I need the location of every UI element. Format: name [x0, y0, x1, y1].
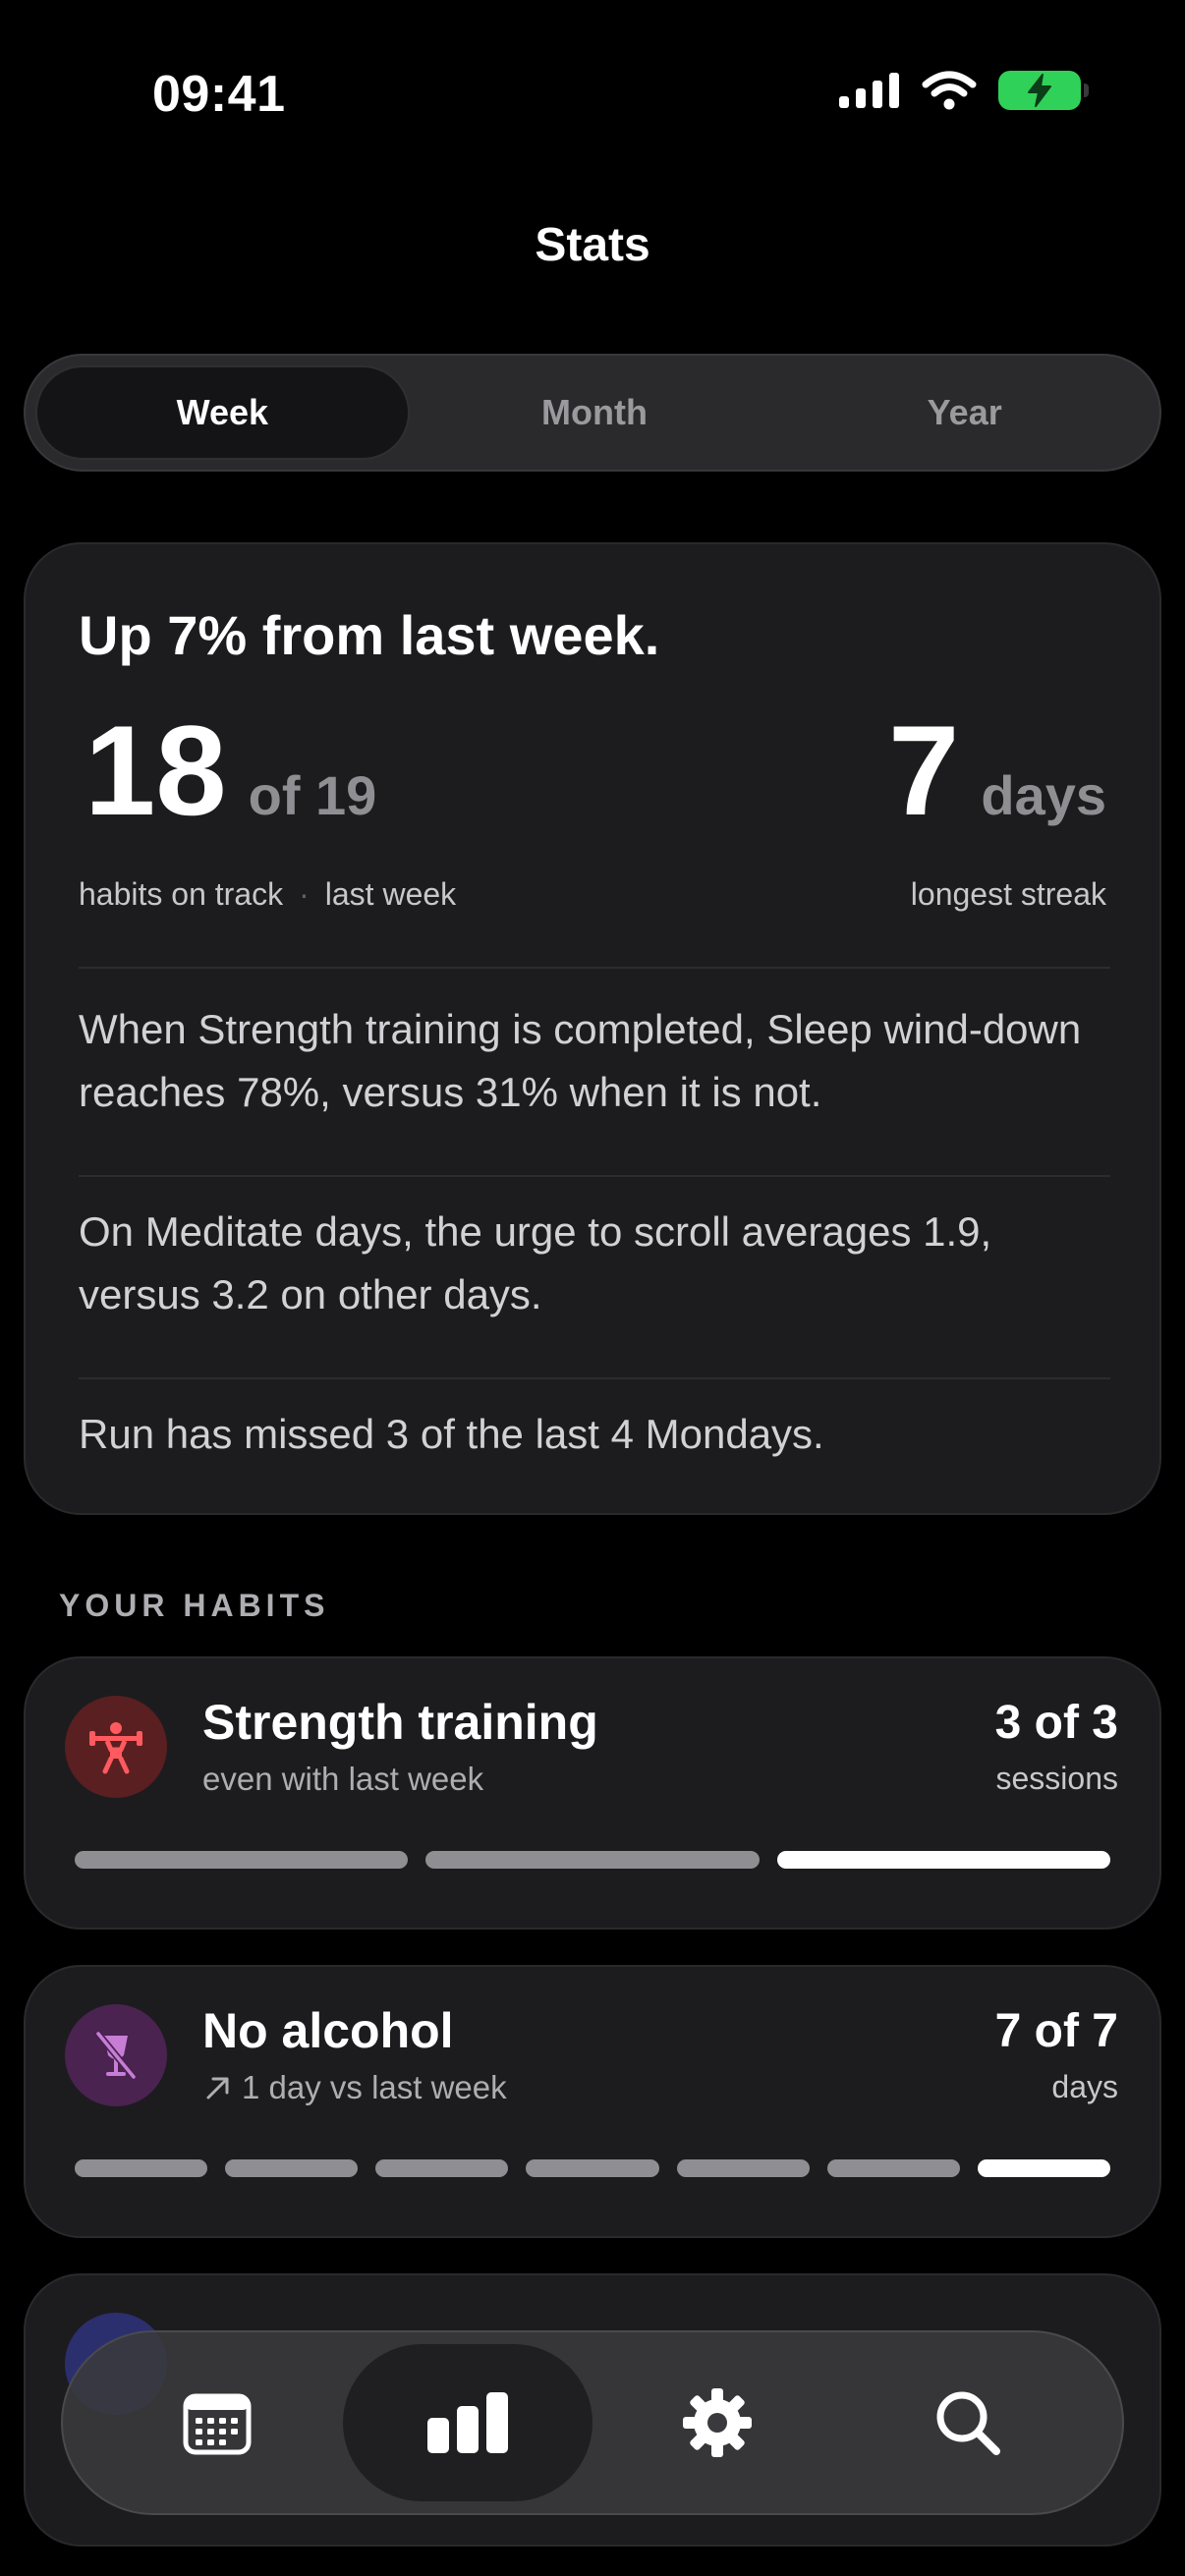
tab-stats[interactable]	[342, 2344, 592, 2501]
progress-segment	[425, 1851, 760, 1869]
segment-month[interactable]: Month	[410, 365, 780, 460]
habit-unit: days	[1051, 2069, 1118, 2104]
habits-on-track-stat: 18 of 19	[85, 706, 376, 834]
insight-item: Run has missed 3 of the last 4 Mondays.	[79, 1411, 824, 1457]
progress-segment	[526, 2159, 659, 2177]
charging-bolt-icon	[1028, 74, 1051, 107]
progress-segment	[977, 2159, 1110, 2177]
habit-name: No alcohol	[202, 2003, 454, 2058]
segment-week[interactable]: Week	[35, 365, 410, 460]
longest-streak-stat: 7 days	[888, 706, 1106, 834]
habit-progress	[75, 2159, 1110, 2177]
habit-trend: even with last week	[202, 1761, 483, 1798]
habit-trend-text: even with last week	[202, 1761, 484, 1797]
summary-heading: Up 7% from last week.	[79, 604, 660, 666]
tab-calendar[interactable]	[92, 2344, 343, 2501]
arrow-up-right-icon	[206, 2077, 229, 2100]
habit-trend-text: 1 day vs last week	[242, 2069, 507, 2105]
habit-count: 7 of 7	[994, 2005, 1118, 2057]
progress-segment	[75, 1851, 409, 1869]
habit-name: Strength training	[202, 1695, 598, 1750]
tab-bar	[61, 2330, 1124, 2515]
section-label-your-habits: YOUR HABITS	[59, 1588, 330, 1623]
habit-count: 3 of 3	[994, 1697, 1118, 1749]
no-alcohol-icon	[65, 2004, 167, 2106]
wifi-icon	[922, 71, 977, 110]
insight-item: When Strength training is completed, Sle…	[79, 1006, 1082, 1115]
search-icon	[936, 2391, 1000, 2455]
summary-card: Up 7% from last week. 18 of 19 7 days ha…	[24, 542, 1161, 1515]
habit-card-strength-training[interactable]: Strength training even with last week 3 …	[24, 1656, 1161, 1930]
progress-segment	[225, 2159, 359, 2177]
streak-value: 7	[888, 699, 960, 842]
status-time: 09:41	[152, 66, 286, 123]
progress-segment	[776, 1851, 1110, 1869]
segment-year[interactable]: Year	[779, 365, 1150, 460]
on-track-value: 18	[85, 699, 227, 842]
page-title: Stats	[535, 219, 650, 271]
battery-icon	[998, 71, 1089, 110]
period-label: last week	[324, 876, 457, 912]
status-icons	[839, 71, 1089, 110]
progress-segment	[826, 2159, 960, 2177]
divider	[79, 1377, 1110, 1379]
gear-icon	[683, 2388, 753, 2457]
separator-dot: ·	[299, 876, 310, 912]
insight-item: On Meditate days, the urge to scroll ave…	[79, 1208, 992, 1317]
divider	[79, 967, 1110, 969]
progress-segment	[75, 2159, 208, 2177]
progress-segment	[375, 2159, 509, 2177]
tab-settings[interactable]	[592, 2344, 843, 2501]
habit-card-no-alcohol[interactable]: No alcohol 1 day vs last week 7 of 7 day…	[24, 1965, 1161, 2238]
longest-streak-caption: longest streak	[910, 876, 1106, 912]
divider	[79, 1175, 1110, 1177]
on-track-total: of 19	[248, 764, 377, 826]
progress-segment	[676, 2159, 810, 2177]
period-segmented-control: Week Month Year	[24, 354, 1161, 472]
streak-unit: days	[981, 764, 1106, 826]
habit-trend: 1 day vs last week	[202, 2069, 507, 2106]
calendar-icon	[183, 2393, 252, 2455]
status-bar: 09:41	[0, 0, 1185, 196]
weightlifting-icon	[65, 1696, 167, 1798]
on-track-caption: habits on track · last week	[79, 876, 456, 913]
tab-search[interactable]	[843, 2344, 1094, 2501]
habits-on-track-label: habits on track	[79, 876, 284, 912]
habit-progress	[75, 1851, 1110, 1869]
cellular-signal-icon	[839, 73, 899, 108]
bar-chart-icon	[426, 2392, 508, 2453]
habit-unit: sessions	[995, 1761, 1119, 1796]
